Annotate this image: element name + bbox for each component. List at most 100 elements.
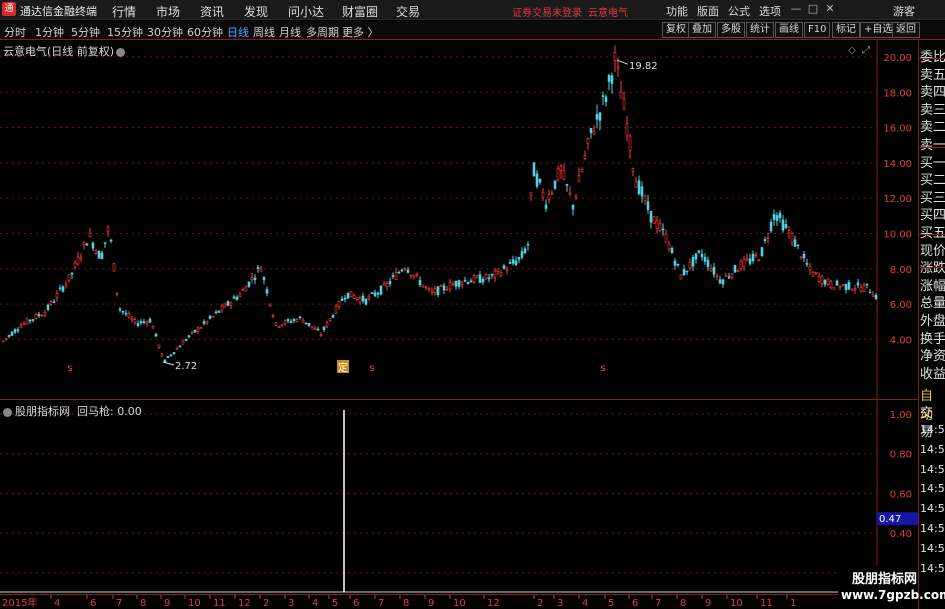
- candle-body: [346, 292, 350, 299]
- candle-body: [448, 282, 452, 290]
- maximize-icon[interactable]: □: [806, 2, 820, 16]
- candle-body: [133, 319, 137, 323]
- indicator-value: 回马枪: 0.00: [77, 405, 142, 418]
- candle-body: [301, 319, 305, 323]
- candle-body: [199, 327, 203, 329]
- candle-body: [733, 265, 737, 273]
- candle-body: [520, 251, 524, 258]
- candle-body: [283, 320, 287, 325]
- candle-body: [502, 265, 506, 269]
- period-60min[interactable]: 60分钟: [187, 24, 223, 40]
- chart-title: 云意电气(日线 前复权): [3, 43, 126, 59]
- candle-body: [109, 239, 113, 242]
- quote-label: 净资: [920, 349, 945, 365]
- indicator-chart[interactable]: 1.000.800.600.400.200.47: [0, 400, 918, 595]
- statistics-button[interactable]: 统计: [746, 22, 774, 38]
- menu-options[interactable]: 选项: [759, 3, 781, 19]
- period-weekly[interactable]: 周线: [253, 24, 275, 40]
- candle-body: [700, 253, 704, 258]
- candle-body: [646, 201, 650, 210]
- menu-wealth-circle[interactable]: 财富圈: [342, 3, 378, 20]
- candle-body: [184, 338, 188, 341]
- period-5min[interactable]: 5分钟: [71, 24, 100, 40]
- candle-body: [655, 220, 659, 229]
- login-status[interactable]: 证券交易未登录: [512, 4, 582, 19]
- indicator-settings-icon[interactable]: [3, 407, 12, 417]
- candle-body: [121, 310, 125, 313]
- menu-trade[interactable]: 交易: [396, 3, 420, 20]
- menu-layout[interactable]: 版面: [697, 3, 719, 19]
- candle-body: [481, 279, 485, 283]
- guest-user[interactable]: 游客: [893, 3, 915, 19]
- mark-button[interactable]: 标记: [832, 22, 860, 38]
- period-multi[interactable]: 多周期: [306, 24, 339, 40]
- candle-body: [115, 292, 119, 295]
- period-intraday[interactable]: 分时: [4, 24, 26, 40]
- candle-body: [250, 277, 254, 280]
- chart-settings-icon[interactable]: [116, 47, 126, 57]
- close-icon[interactable]: ✕: [823, 2, 837, 16]
- axis-label: 6: [632, 598, 638, 609]
- minimize-icon[interactable]: —: [789, 2, 803, 16]
- menu-quotes[interactable]: 行情: [112, 3, 136, 20]
- candle-body: [595, 114, 599, 120]
- multi-stock-button[interactable]: 多股: [717, 22, 745, 38]
- adjust-button[interactable]: 复权: [662, 22, 690, 38]
- candle-body: [361, 295, 365, 302]
- period-more[interactable]: 更多 〉: [342, 24, 379, 40]
- axis-label: 11: [213, 598, 226, 609]
- quote-label: 委比: [920, 50, 945, 65]
- candle-body: [139, 321, 143, 324]
- candle-body: [175, 348, 179, 350]
- diamond-icon: ◇: [848, 45, 856, 56]
- add-favorite-button[interactable]: +自选: [860, 22, 897, 38]
- candle-body: [523, 248, 527, 254]
- menu-discover[interactable]: 发现: [244, 3, 268, 20]
- candle-body: [49, 301, 53, 305]
- menu-functions[interactable]: 功能: [666, 3, 688, 19]
- axis-label: 12: [238, 598, 251, 609]
- period-30min[interactable]: 30分钟: [147, 24, 183, 40]
- candle-body: [577, 174, 581, 182]
- candle-body: [160, 353, 164, 357]
- candle-body: [853, 288, 857, 291]
- low-pointer: [162, 361, 175, 366]
- candle-body: [415, 273, 419, 276]
- candlestick-chart[interactable]: 20.00 18.00 16.00 14.00 12.00 10.00 8.00 6.00 4.…: [0, 40, 918, 400]
- overlay-button[interactable]: 叠加: [688, 22, 716, 38]
- candle-body: [271, 314, 275, 317]
- menu-market[interactable]: 市场: [156, 3, 180, 20]
- candle-body: [157, 344, 161, 348]
- candle-body: [619, 91, 623, 99]
- candle-body: [343, 297, 347, 300]
- candle-body: [178, 345, 182, 348]
- candle-body: [715, 274, 719, 277]
- menu-formula[interactable]: 公式: [728, 3, 750, 19]
- axis-label: 9: [428, 598, 434, 609]
- axis-label: 9: [164, 598, 170, 609]
- candle-body: [856, 282, 860, 286]
- draw-line-button[interactable]: 画线: [775, 22, 803, 38]
- candle-body: [514, 260, 518, 266]
- high-pointer: [616, 59, 629, 65]
- period-15min[interactable]: 15分钟: [107, 24, 143, 40]
- menu-ask[interactable]: 问小达: [288, 3, 324, 20]
- candle-body: [181, 341, 185, 345]
- candle-body: [37, 314, 41, 317]
- candle-body: [376, 292, 380, 295]
- f10-button[interactable]: F10: [804, 22, 831, 38]
- candle-body: [262, 277, 266, 281]
- candle-body: [847, 281, 851, 290]
- period-daily[interactable]: 日线: [227, 24, 249, 40]
- period-1min[interactable]: 1分钟: [35, 24, 64, 40]
- back-button[interactable]: 返回: [892, 22, 920, 38]
- price-axis-label: 8.00: [890, 265, 912, 276]
- indicator-axis-label: 1.00: [890, 410, 912, 421]
- candle-body: [208, 315, 212, 319]
- expand-icon: ⤢: [862, 45, 870, 56]
- candle-body: [247, 281, 251, 287]
- axis-label: 7: [116, 598, 122, 609]
- menu-news[interactable]: 资讯: [200, 3, 224, 20]
- period-monthly[interactable]: 月线: [279, 24, 301, 40]
- candle-body: [643, 195, 647, 202]
